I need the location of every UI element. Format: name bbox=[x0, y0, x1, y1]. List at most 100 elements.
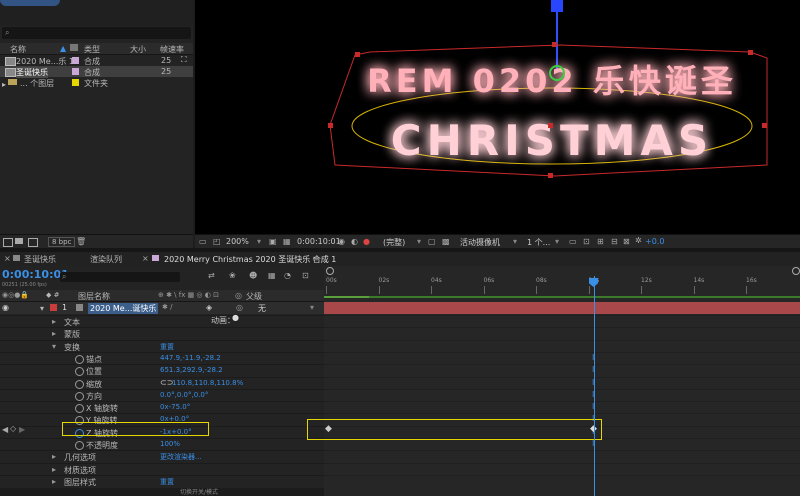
twirl-closed-icon[interactable]: ▸ bbox=[52, 452, 56, 461]
column-name[interactable]: 名称 bbox=[10, 44, 26, 55]
property-value[interactable]: 651.3,292.9,-28.2 bbox=[160, 366, 223, 374]
comp-flowchart-icon[interactable]: ⇄ bbox=[208, 271, 215, 280]
camera-dropdown[interactable]: 活动摄像机 bbox=[460, 237, 500, 248]
project-item[interactable]: 2020 Me...乐 1 合成 25 ⛶ bbox=[0, 55, 193, 66]
property-row[interactable]: ▸ 蒙版 bbox=[0, 327, 324, 340]
toggle-switches-modes[interactable]: 切换开关/模式 bbox=[180, 487, 218, 496]
draft-3d-icon[interactable]: ❀ bbox=[229, 271, 236, 280]
column-fps[interactable]: 帧速率 bbox=[160, 44, 184, 55]
transparency-grid-icon[interactable]: ▩ bbox=[442, 237, 450, 246]
region-icon[interactable]: ▢ bbox=[428, 237, 436, 246]
layer-switches[interactable]: ✱ / bbox=[162, 303, 172, 311]
tab-render-queue[interactable]: 渲染队列 bbox=[90, 254, 122, 265]
time-ruler[interactable]: 00s02s04s06s08s10s12s14s16s bbox=[324, 276, 800, 298]
twirl-open-icon[interactable]: ▾ bbox=[40, 304, 44, 313]
bit-depth-button[interactable]: 8 bpc bbox=[48, 237, 76, 247]
interpret-footage-icon[interactable] bbox=[3, 238, 13, 247]
3d-layer-icon[interactable]: ◈ bbox=[206, 303, 212, 312]
stopwatch-icon[interactable] bbox=[75, 367, 84, 376]
add-keyframe-icon[interactable]: ◇ bbox=[10, 424, 16, 433]
property-value[interactable]: 110.8,110.8,110.8% bbox=[172, 379, 243, 387]
mask-icon[interactable]: ◰ bbox=[213, 237, 221, 246]
parent-dropdown[interactable]: 无 bbox=[258, 303, 266, 314]
current-time-indicator[interactable] bbox=[594, 276, 595, 496]
project-item[interactable]: ▸ ... 个图层 文件夹 bbox=[0, 77, 193, 89]
track-row[interactable] bbox=[324, 475, 800, 488]
twirl-open-icon[interactable]: ▾ bbox=[52, 342, 56, 351]
layer-row[interactable]: ◉ ▾ 1 2020 Me...诞快乐 ✱ / ◈ ◎ 无 ▾ bbox=[0, 302, 324, 314]
pixel-aspect-icon[interactable]: ⊡ bbox=[583, 237, 590, 246]
menu-icon[interactable]: ≡ bbox=[312, 254, 319, 263]
navigator-bar[interactable] bbox=[324, 266, 800, 276]
property-row[interactable]: 位置 651.3,292.9,-28.2 bbox=[0, 364, 324, 377]
frame-blending-icon[interactable]: ▦ bbox=[268, 271, 276, 280]
constrain-proportions-icon[interactable]: ⊂⊃ bbox=[160, 378, 173, 387]
new-composition-icon[interactable] bbox=[28, 238, 38, 247]
trash-icon[interactable]: 🗑 bbox=[76, 237, 86, 246]
twirl-closed-icon[interactable]: ▸ bbox=[2, 80, 6, 89]
layout-icon[interactable]: ▭ bbox=[569, 237, 577, 246]
work-area-bar[interactable] bbox=[324, 296, 800, 298]
sort-icon[interactable]: ▲ bbox=[60, 44, 66, 53]
twirl-closed-icon[interactable]: ▸ bbox=[52, 317, 56, 326]
label-icon[interactable] bbox=[70, 44, 78, 51]
twirl-closed-icon[interactable]: ▸ bbox=[52, 329, 56, 338]
stopwatch-icon[interactable] bbox=[75, 441, 84, 450]
eye-icon[interactable]: ◉ bbox=[2, 303, 9, 312]
navigator-start-handle[interactable] bbox=[326, 267, 334, 275]
property-row[interactable]: ▸ 图层样式 重置 bbox=[0, 475, 324, 488]
property-value[interactable]: 重置 bbox=[160, 477, 174, 487]
snapshot-icon[interactable]: ◐ bbox=[351, 237, 358, 246]
tab-christmas[interactable]: 圣诞快乐 bbox=[24, 254, 56, 265]
animate-add-icon[interactable]: ● bbox=[232, 313, 239, 322]
next-keyframe-icon[interactable]: ▶ bbox=[19, 425, 25, 434]
stopwatch-icon[interactable] bbox=[75, 392, 84, 401]
motion-blur-icon[interactable]: ◔ bbox=[284, 271, 291, 280]
new-folder-icon[interactable] bbox=[15, 238, 23, 244]
resolution-dropdown[interactable]: (完整) bbox=[383, 237, 405, 248]
views-dropdown[interactable]: 1 个... bbox=[527, 237, 550, 248]
stopwatch-icon[interactable] bbox=[75, 355, 84, 364]
timeline-search-input[interactable]: ⌕ bbox=[60, 272, 180, 282]
twirl-closed-icon[interactable]: ▸ bbox=[52, 465, 56, 474]
monitor-icon[interactable]: ▭ bbox=[199, 237, 207, 246]
camera-icon[interactable]: ◉ bbox=[338, 237, 345, 246]
track-row[interactable]: I bbox=[324, 364, 800, 377]
fit-icon[interactable]: ▣ bbox=[269, 237, 277, 246]
property-value[interactable]: 0x-75.0° bbox=[160, 403, 190, 411]
exposure-icon[interactable]: ✲ bbox=[635, 236, 642, 245]
layer-duration-bar[interactable] bbox=[324, 302, 800, 314]
project-search-input[interactable]: ⌕ bbox=[2, 27, 191, 39]
property-value[interactable]: 0.0°,0.0°,0.0° bbox=[160, 391, 208, 399]
flowchart-icon[interactable]: ⊠ bbox=[623, 237, 630, 246]
label-color[interactable] bbox=[72, 68, 79, 75]
prev-keyframe-icon[interactable]: ◀ bbox=[2, 425, 8, 434]
parent-pickwhip-icon[interactable]: ◎ bbox=[236, 303, 243, 312]
close-icon[interactable]: × bbox=[4, 254, 11, 263]
label-color[interactable] bbox=[72, 57, 79, 64]
layer-name[interactable]: 2020 Me...诞快乐 bbox=[88, 303, 159, 314]
current-time[interactable]: 0:00:10:01 bbox=[2, 268, 69, 281]
timeline-icon[interactable]: ⊟ bbox=[611, 237, 618, 246]
exposure-value[interactable]: +0.0 bbox=[645, 237, 664, 246]
composition-viewer[interactable]: REM 0202 乐快诞圣 CHRISTMAS bbox=[195, 0, 800, 234]
graph-editor-icon[interactable]: ⊡ bbox=[302, 271, 309, 280]
fast-preview-icon[interactable]: ⊞ bbox=[597, 237, 604, 246]
track-row[interactable] bbox=[324, 450, 800, 463]
tab-active-composition[interactable]: 2020 Merry Christmas 2020 圣诞快乐 合成 1 bbox=[164, 254, 336, 265]
shy-icon[interactable]: ☻ bbox=[249, 271, 257, 280]
label-color[interactable] bbox=[72, 79, 79, 86]
flowchart-icon[interactable]: ⛶ bbox=[181, 55, 187, 65]
stopwatch-icon[interactable] bbox=[75, 404, 84, 413]
label-color[interactable] bbox=[50, 304, 57, 311]
stopwatch-icon[interactable] bbox=[75, 380, 84, 389]
timecode-display[interactable]: 0:00:10:01 bbox=[297, 237, 341, 246]
zoom-dropdown[interactable]: 200% bbox=[226, 237, 249, 246]
property-value[interactable]: 更改渲染器... bbox=[160, 452, 202, 462]
column-type[interactable]: 类型 bbox=[84, 44, 100, 55]
project-item-selected[interactable]: 圣诞快乐 合成 25 bbox=[0, 66, 193, 78]
channel-icon[interactable]: ● bbox=[363, 237, 370, 246]
column-size[interactable]: 大小 bbox=[130, 44, 146, 55]
close-icon[interactable]: × bbox=[142, 254, 149, 263]
property-value[interactable]: 重置 bbox=[160, 342, 174, 352]
